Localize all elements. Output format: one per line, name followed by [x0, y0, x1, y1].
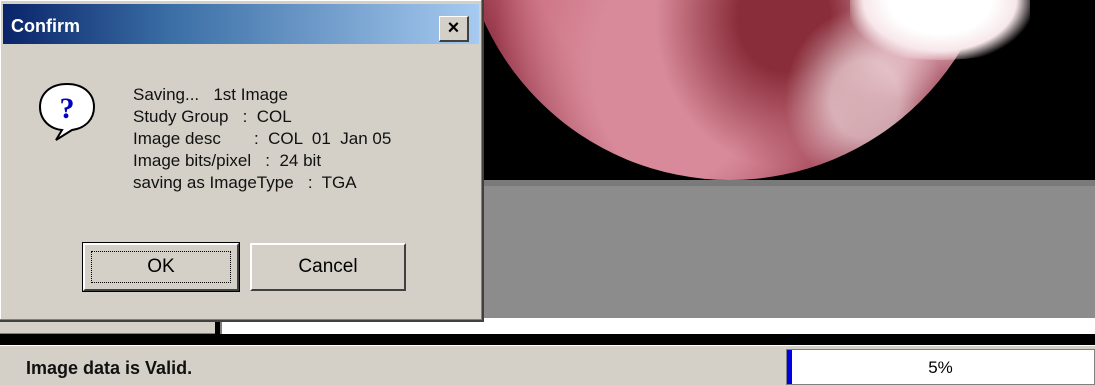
- ok-button-label: OK: [147, 256, 175, 277]
- status-bar: Image data is Valid. 5%: [0, 345, 1095, 385]
- confirm-dialog: Confirm × ? Saving... 1st Image Study Gr…: [0, 0, 484, 322]
- progress-bar: 5%: [786, 349, 1095, 385]
- close-icon: ×: [447, 17, 460, 39]
- message-line-study-group: Study Group : COL: [133, 107, 292, 126]
- close-button[interactable]: ×: [439, 16, 469, 42]
- svg-text:?: ?: [60, 92, 75, 125]
- progress-label: 5%: [928, 358, 953, 377]
- dialog-message: Saving... 1st Image Study Group : COL Im…: [133, 84, 391, 194]
- image-highlight: [850, 0, 1030, 60]
- message-line-bits-per-pixel: Image bits/pixel : 24 bit: [133, 151, 322, 170]
- message-line-image-desc: Image desc : COL 01 Jan 05: [133, 129, 392, 148]
- cancel-button[interactable]: Cancel: [250, 243, 406, 291]
- ok-button[interactable]: OK: [82, 242, 240, 292]
- cancel-button-label: Cancel: [298, 256, 358, 277]
- dialog-title: Confirm: [11, 16, 80, 36]
- message-line-saving: Saving... 1st Image: [133, 85, 288, 104]
- dialog-titlebar[interactable]: Confirm ×: [3, 4, 479, 44]
- question-icon: ?: [38, 82, 96, 141]
- status-text: Image data is Valid.: [26, 358, 193, 378]
- message-line-image-type: saving as ImageType : TGA: [133, 173, 357, 192]
- endoscopy-image: [470, 0, 1095, 180]
